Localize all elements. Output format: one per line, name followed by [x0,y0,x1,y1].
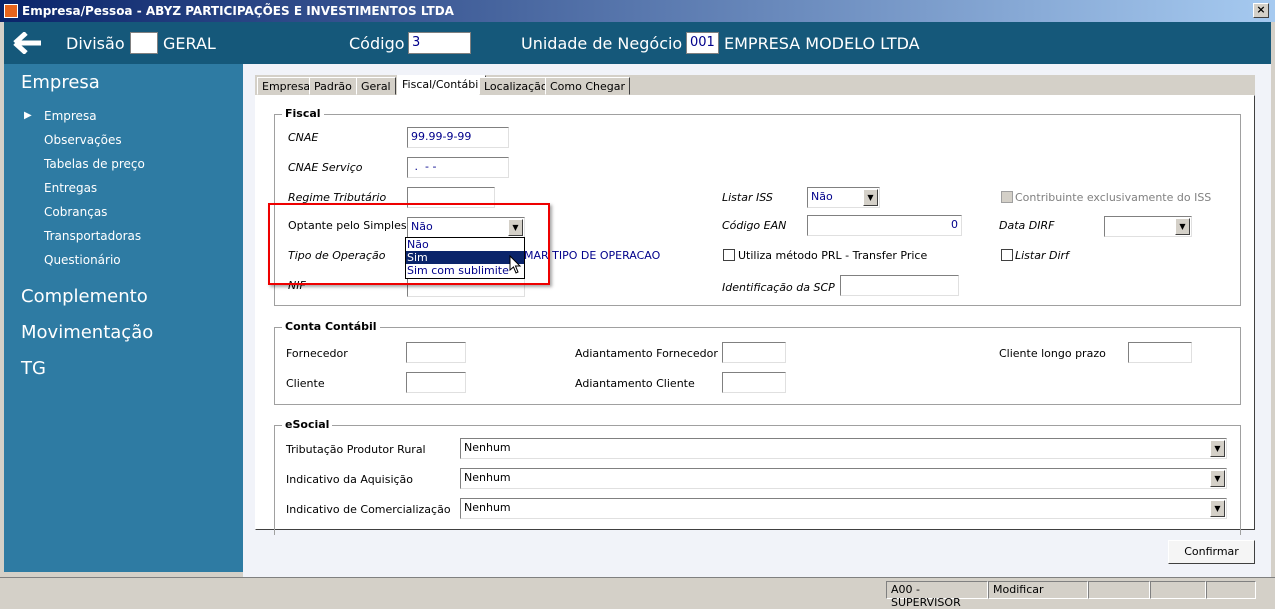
sidebar-section-tg[interactable]: TG [21,358,46,379]
esocial-title: eSocial [282,418,333,431]
sidebar-item-observacoes[interactable]: Observações [44,133,122,147]
codigo-label: Código [349,34,405,53]
comercializacao-label: Indicativo de Comercialização [286,503,451,516]
status-panel [1088,581,1150,599]
status-user: A00 - SUPERVISOR [886,581,988,609]
cliente-input[interactable] [406,372,466,393]
scp-label: Identificação da SCP [722,281,835,294]
chevron-down-icon[interactable]: ▼ [1210,470,1225,487]
aquisicao-select[interactable]: Nenhum ▼ [460,468,1227,489]
cnae-label: CNAE [288,131,319,144]
header-bar: Divisão GERAL Código 3 Unidade de Negóci… [4,22,1271,64]
tab-geral[interactable]: Geral [356,77,396,95]
status-mode: Modificar [988,581,1088,599]
conta-contabil-title: Conta Contábil [282,320,380,333]
sidebar-section-complemento[interactable]: Complemento [21,286,148,307]
unidade-code-input[interactable]: 001 [686,32,719,54]
listar-iss-select[interactable]: Não ▼ [807,187,880,208]
contribuinte-checkbox[interactable] [1001,191,1013,203]
adiant-fornecedor-label: Adiantamento Fornecedor [575,347,718,360]
adiant-cliente-label: Adiantamento Cliente [575,377,695,390]
chevron-down-icon[interactable]: ▼ [1175,218,1190,235]
sidebar: Empresa ▶ Empresa Observações Tabelas de… [4,64,243,572]
window-title-bar: Empresa/Pessoa - ABYZ PARTICIPAÇÕES E IN… [0,0,1275,22]
divisao-name: GERAL [163,34,216,53]
sidebar-item-empresa[interactable]: Empresa [44,109,97,123]
divisao-label: Divisão [66,34,125,53]
aquisicao-label: Indicativo da Aquisição [286,473,414,486]
data-dirf-label: Data DIRF [999,219,1055,232]
highlight-box [268,203,550,285]
chevron-down-icon[interactable]: ▼ [1210,500,1225,517]
close-button[interactable]: × [1253,3,1269,18]
tab-strip: Empresa Padrão Geral Fiscal/Contábil Loc… [255,75,1255,96]
fornecedor-input[interactable] [406,342,466,363]
prl-label: Utiliza método PRL - Transfer Price [738,249,928,262]
aquisicao-value: Nenhum [464,471,511,484]
sidebar-section-movimentacao[interactable]: Movimentação [21,322,153,343]
sidebar-item-transportadoras[interactable]: Transportadoras [44,229,141,243]
unidade-label: Unidade de Negócio [521,34,683,53]
window-title: Empresa/Pessoa - ABYZ PARTICIPAÇÕES E IN… [22,4,454,18]
sidebar-item-cobrancas[interactable]: Cobranças [44,205,107,219]
cliente-longo-label: Cliente longo prazo [999,347,1106,360]
cnae-input[interactable]: 99.99-9-99 [407,127,509,148]
divisao-input[interactable] [130,32,158,54]
listar-dirf-label: Listar Dirf [1015,249,1069,262]
tab-como-chegar[interactable]: Como Chegar [545,77,631,95]
active-marker-icon: ▶ [24,110,32,121]
listar-dirf-checkbox[interactable] [1001,249,1013,261]
cliente-label: Cliente [286,377,325,390]
cnae-servico-label: CNAE Serviço [288,161,363,174]
contribuinte-label: Contribuinte exclusivamente do ISS [1015,191,1212,204]
tab-panel: Fiscal CNAE 99.99-9-99 CNAE Serviço . - … [255,95,1255,535]
status-panel [1150,581,1206,599]
status-panel [1206,581,1256,599]
fiscal-title: Fiscal [282,107,324,120]
codigo-ean-input[interactable]: 0 [807,215,962,236]
confirm-button[interactable]: Confirmar [1168,540,1255,564]
tributacao-select[interactable]: Nenhum ▼ [460,438,1227,459]
cnae-servico-input[interactable]: . - - [407,157,509,178]
tributacao-label: Tributação Produtor Rural [286,443,426,456]
comercializacao-value: Nenhum [464,501,511,514]
adiant-fornecedor-input[interactable] [722,342,786,363]
tab-padrao[interactable]: Padrão [309,77,357,95]
adiant-cliente-input[interactable] [722,372,786,393]
fornecedor-label: Fornecedor [286,347,348,360]
unidade-name: EMPRESA MODELO LTDA [724,34,920,53]
sidebar-item-entregas[interactable]: Entregas [44,181,97,195]
data-dirf-select[interactable]: ▼ [1104,216,1192,237]
chevron-down-icon[interactable]: ▼ [1210,440,1225,457]
scp-input[interactable] [840,275,959,296]
tab-fiscal-contabil[interactable]: Fiscal/Contábil [397,75,487,96]
listar-iss-value: Não [811,190,833,203]
sidebar-section-empresa[interactable]: Empresa [21,72,100,93]
conta-contabil-group [274,327,1241,405]
status-bar: A00 - SUPERVISOR Modificar [0,577,1275,609]
tab-empresa[interactable]: Empresa [257,77,316,95]
tributacao-value: Nenhum [464,441,511,454]
back-arrow-icon[interactable] [13,32,43,54]
chevron-down-icon[interactable]: ▼ [863,189,878,206]
listar-iss-label: Listar ISS [722,191,773,204]
tab-localizacao[interactable]: Localização [479,77,553,95]
codigo-ean-label: Código EAN [722,219,787,232]
codigo-input[interactable]: 3 [408,32,471,54]
sidebar-item-tabelas-preco[interactable]: Tabelas de preço [44,157,145,171]
app-icon [4,4,18,18]
sidebar-item-questionario[interactable]: Questionário [44,253,121,267]
comercializacao-select[interactable]: Nenhum ▼ [460,498,1227,519]
prl-checkbox[interactable] [723,249,735,261]
cliente-longo-input[interactable] [1128,342,1192,363]
